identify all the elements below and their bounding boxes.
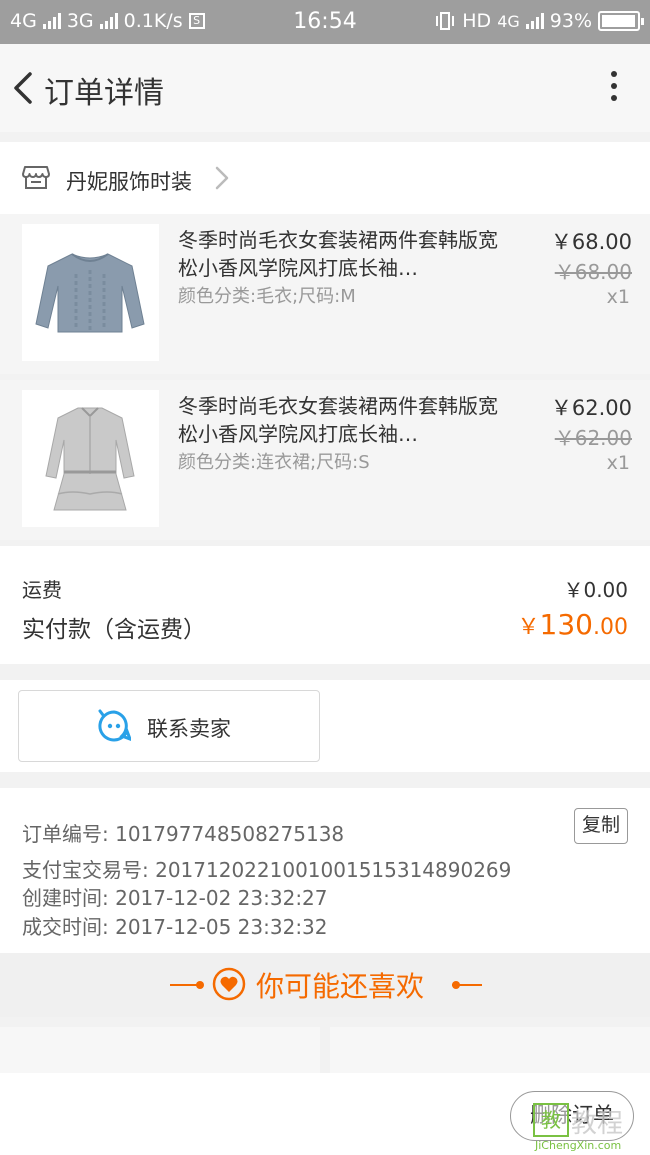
watermark-box: 教: [533, 1103, 569, 1137]
product-original-price: ￥68.00: [554, 260, 632, 284]
chat-bubble-icon: [98, 709, 131, 742]
product-title[interactable]: 冬季时尚毛衣女套装裙两件套韩版宽松小香风学院风打底长袖…: [178, 226, 498, 282]
order-info: 订单编号: 101797748508275138 复制 支付宝交易号: 2017…: [0, 788, 650, 953]
order-item[interactable]: 冬季时尚毛衣女套装裙两件套韩版宽松小香风学院风打底长袖… 颜色分类:毛衣;尺码:…: [0, 214, 650, 374]
divider-dot-left: [196, 981, 204, 989]
alipay-number: 支付宝交易号: 2017120221001001515314890269: [22, 858, 512, 882]
dress-image: [45, 407, 135, 511]
total-integer: 130: [539, 608, 593, 641]
shipping-value: ￥0.00: [563, 578, 628, 602]
store-icon: [22, 166, 50, 189]
status-right: HD 4G 93%: [434, 10, 644, 32]
recommend-card[interactable]: [330, 1027, 650, 1073]
network-label-3: 4G: [497, 11, 520, 31]
divider-line-right: [452, 984, 482, 986]
product-quantity: x1: [606, 452, 630, 474]
contact-seller-label: 联系卖家: [147, 717, 231, 741]
shipping-label: 运费: [22, 578, 62, 602]
shop-name: 丹妮服饰时装: [66, 170, 192, 194]
battery-icon: [598, 11, 644, 31]
product-title[interactable]: 冬季时尚毛衣女套装裙两件套韩版宽松小香风学院风打底长袖…: [178, 392, 498, 448]
product-original-price: ￥62.00: [554, 426, 632, 450]
total-decimal: .00: [593, 615, 628, 640]
recommend-header: 你可能还喜欢: [0, 953, 650, 1017]
chevron-right-icon: [215, 166, 229, 190]
order-number: 订单编号: 101797748508275138: [22, 822, 345, 846]
heart-icon: [212, 967, 246, 1001]
product-thumbnail[interactable]: [22, 224, 159, 361]
product-sku: 颜色分类:毛衣;尺码:M: [178, 286, 356, 307]
copy-button[interactable]: 复制: [574, 808, 628, 844]
recommend-card[interactable]: [0, 1027, 320, 1073]
battery-percent: 93%: [549, 10, 592, 32]
shop-row[interactable]: 丹妮服饰时装: [0, 142, 650, 214]
total-label: 实付款（含运费）: [22, 617, 206, 643]
back-arrow-icon[interactable]: [8, 66, 38, 110]
vibrate-icon: [436, 12, 455, 30]
total-currency: ￥: [517, 615, 540, 640]
watermark-logo: 教 教程 JiChengXin.com: [533, 1103, 650, 1155]
deal-time: 成交时间: 2017-12-05 23:32:32: [22, 915, 328, 939]
status-bar: 4G 3G 0.1K/s S 16:54 HD 4G 93%: [0, 0, 650, 44]
product-thumbnail[interactable]: [22, 390, 159, 527]
signal-icon-3: [525, 13, 544, 29]
cost-summary: 运费 ￥0.00 实付款（含运费） ￥130.00: [0, 546, 650, 664]
created-time: 创建时间: 2017-12-02 23:32:27: [22, 886, 328, 910]
order-item[interactable]: 冬季时尚毛衣女套装裙两件套韩版宽松小香风学院风打底长袖… 颜色分类:连衣裙;尺码…: [0, 380, 650, 540]
watermark-url: JiChengXin.com: [535, 1139, 622, 1152]
recommend-title: 你可能还喜欢: [256, 970, 425, 1003]
watermark-text: 教程: [571, 1109, 624, 1139]
more-options-icon[interactable]: [602, 68, 626, 108]
sweater-image: [35, 253, 145, 333]
contact-seller-button[interactable]: 联系卖家: [18, 690, 320, 762]
product-quantity: x1: [606, 286, 630, 308]
contact-section: 联系卖家: [0, 680, 650, 772]
page-title: 订单详情: [44, 76, 164, 111]
total-value: ￥130.00: [518, 608, 628, 641]
nav-bar: 订单详情: [0, 44, 650, 132]
product-price: ￥62.00: [550, 396, 632, 420]
product-price: ￥68.00: [550, 230, 632, 254]
hd-label: HD: [462, 10, 492, 32]
product-sku: 颜色分类:连衣裙;尺码:S: [178, 452, 370, 473]
